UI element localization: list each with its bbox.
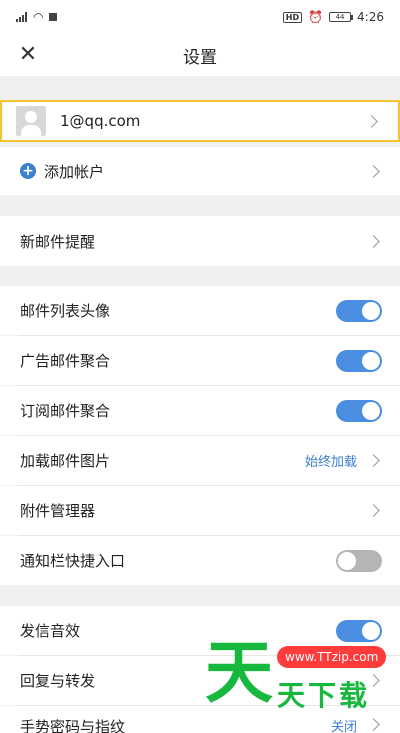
ad-mail-row: 广告邮件聚合 — [0, 336, 400, 385]
notification-shortcut-label: 通知栏快捷入口 — [20, 552, 126, 570]
chevron-right-icon — [365, 114, 378, 128]
load-images-row[interactable]: 加载邮件图片 始终加载 — [0, 436, 400, 485]
chevron-right-icon — [367, 454, 380, 467]
page-title: 设置 — [183, 47, 217, 68]
new-mail-alert-label: 新邮件提醒 — [20, 232, 96, 251]
close-icon[interactable]: ✕ — [14, 40, 42, 68]
hd-icon: HD — [282, 11, 303, 23]
account-row[interactable]: 1@qq.com — [0, 100, 400, 142]
title-bar: ✕ 设置 — [0, 34, 400, 76]
status-bar: ◠ HD ⏰ 44 4:26 — [0, 0, 400, 34]
notification-icon — [49, 13, 58, 21]
chevron-right-icon — [367, 164, 380, 178]
subscription-mail-row: 订阅邮件聚合 — [0, 386, 400, 435]
add-icon: + — [20, 163, 36, 179]
subscription-mail-toggle[interactable] — [336, 399, 382, 422]
chevron-right-icon — [367, 234, 380, 248]
account-email: 1@qq.com — [60, 112, 141, 130]
list-avatar-label: 邮件列表头像 — [20, 302, 111, 320]
load-images-value: 始终加载 — [304, 455, 357, 470]
attachment-manager-label: 附件管理器 — [20, 502, 96, 520]
list-avatar-toggle[interactable] — [336, 299, 382, 322]
status-right: HD ⏰ 44 4:26 — [282, 10, 384, 24]
chevron-right-icon — [367, 504, 380, 517]
add-account-label: 添加帐户 — [44, 162, 105, 181]
signal-icon — [16, 12, 27, 22]
status-left: ◠ — [16, 10, 58, 24]
subscription-mail-label: 订阅邮件聚合 — [20, 402, 111, 420]
watermark-big: 天 — [205, 634, 274, 713]
add-account-row[interactable]: + 添加帐户 — [0, 147, 400, 195]
load-images-label: 加载邮件图片 — [20, 452, 111, 470]
wifi-icon: ◠ — [33, 10, 44, 24]
watermark: 天 www.TTzip.com 天下载 — [205, 632, 395, 733]
watermark-url: www.TTzip.com — [277, 646, 387, 668]
battery-level: 44 — [335, 13, 345, 21]
status-time: 4:26 — [357, 10, 384, 24]
notification-shortcut-row: 通知栏快捷入口 — [0, 536, 400, 585]
ad-mail-toggle[interactable] — [336, 349, 382, 372]
notification-shortcut-toggle[interactable] — [336, 549, 382, 572]
battery-icon: 44 — [329, 12, 354, 22]
list-avatar-row: 邮件列表头像 — [0, 286, 400, 335]
attachment-manager-row[interactable]: 附件管理器 — [0, 486, 400, 535]
alarm-icon: ⏰ — [308, 10, 324, 24]
new-mail-alert-row[interactable]: 新邮件提醒 — [0, 216, 400, 266]
avatar — [16, 106, 46, 136]
watermark-small: 天下载 — [277, 679, 371, 712]
ad-mail-label: 广告邮件聚合 — [20, 352, 111, 370]
